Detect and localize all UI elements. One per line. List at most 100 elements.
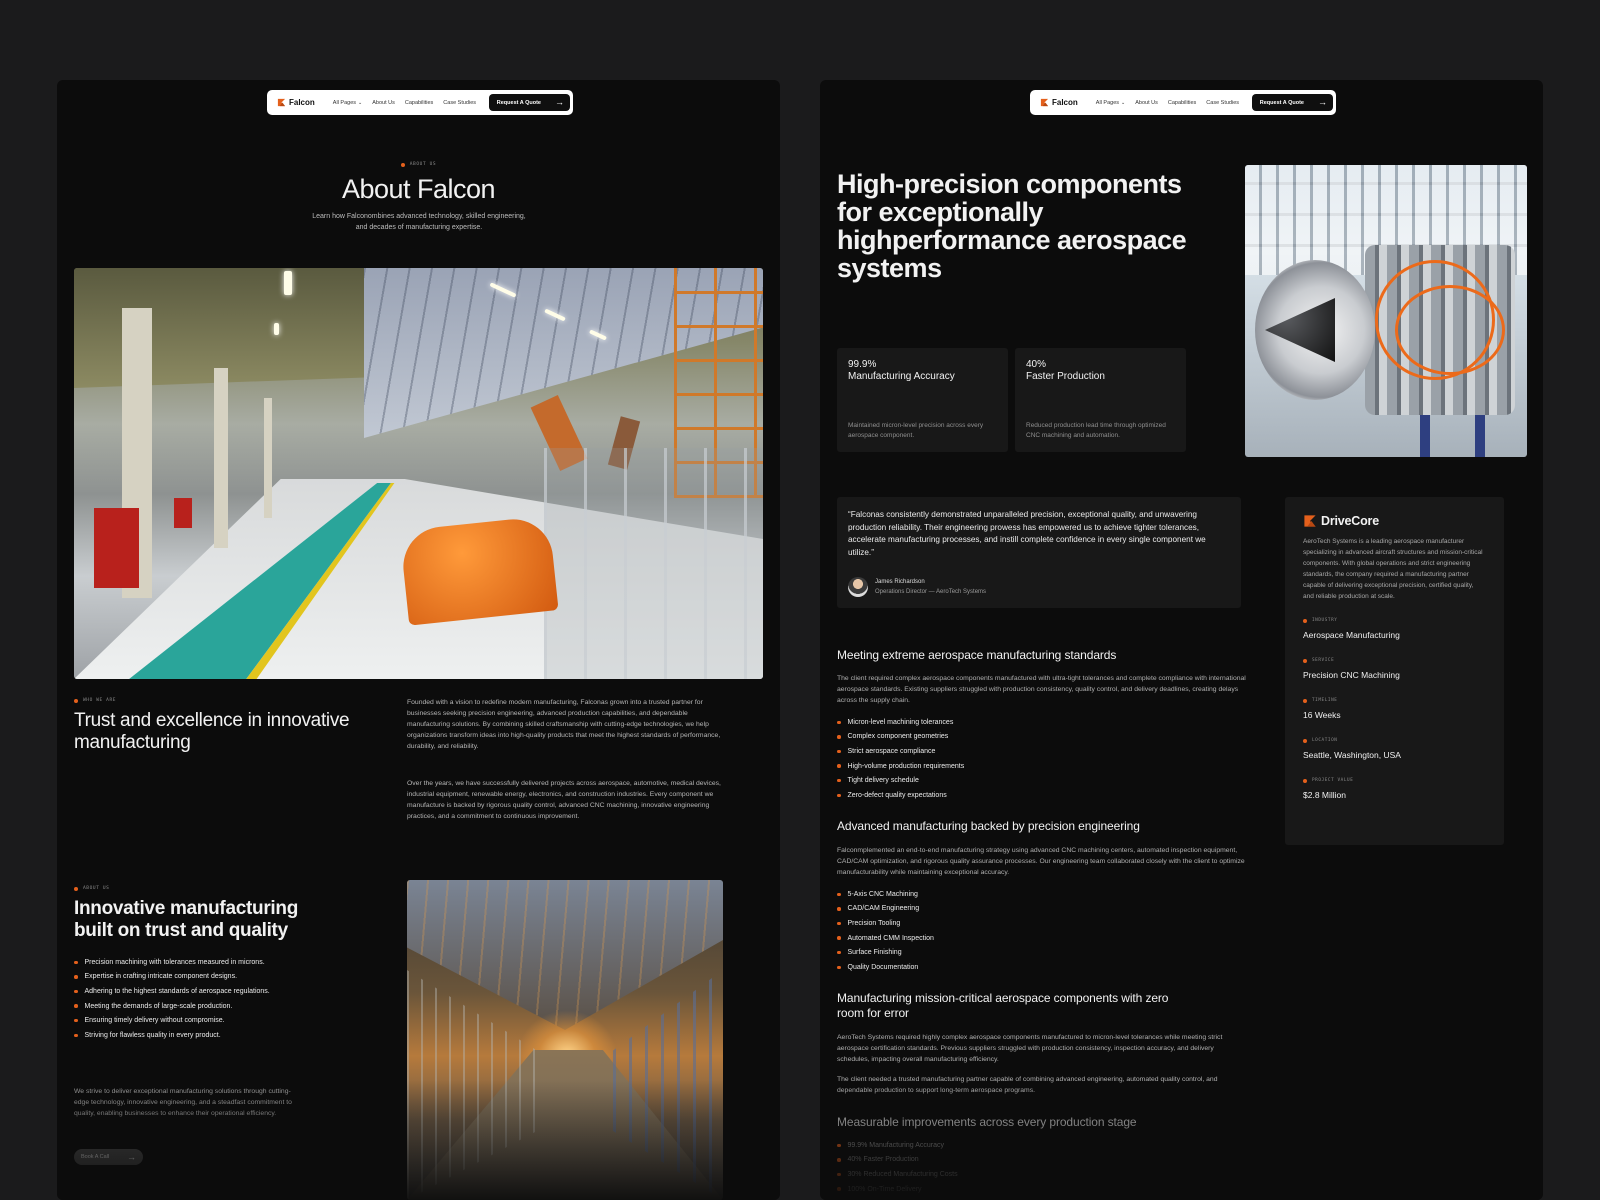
nav-about[interactable]: About Us bbox=[1135, 100, 1158, 106]
nav-all-pages[interactable]: All Pages ⌄ bbox=[1096, 100, 1125, 106]
bullet-dot-icon bbox=[837, 907, 841, 911]
bullet-dot-icon bbox=[837, 950, 841, 955]
mission-heading: Manufacturing mission-critical aerospace… bbox=[837, 991, 1169, 1020]
list-item-text: Precision Tooling bbox=[847, 919, 901, 927]
list-item-text: Quality Documentation bbox=[847, 963, 919, 971]
who-paragraph-1: Founded with a vision to redefine modern… bbox=[407, 699, 721, 750]
about-paragraph: We strive to deliver exceptional manufac… bbox=[74, 1088, 292, 1117]
meta-label-text: INDUSTRY bbox=[1312, 618, 1338, 623]
challenge-list: Micron-level machining tolerances Comple… bbox=[837, 715, 1137, 803]
bullet-dot-icon bbox=[74, 1018, 78, 1023]
solution-paragraph: Falconmplemented an end-to-end manufactu… bbox=[837, 847, 1245, 876]
brand-name: Falcon bbox=[289, 98, 315, 107]
list-item: Surface Finishing bbox=[837, 945, 1137, 960]
bullet-dot-icon bbox=[1303, 698, 1307, 703]
nav-bar: Falcon All Pages ⌄ About Us Capabilities … bbox=[267, 90, 573, 115]
brand-name: Falcon bbox=[1052, 98, 1078, 107]
list-item: CAD/CAM Engineering bbox=[837, 902, 1137, 917]
meta-project-value: PROJECT VALUE $2.8 Million bbox=[1303, 778, 1486, 800]
stat-label: Manufacturing Accuracy bbox=[848, 371, 955, 382]
meta-label: TIMELINE bbox=[1303, 698, 1486, 703]
nav-all-pages[interactable]: All Pages ⌄ bbox=[333, 100, 362, 106]
factory-floor-image bbox=[74, 268, 763, 679]
arrow-right-icon: → bbox=[127, 1151, 136, 1162]
solution-list: 5-Axis CNC Machining CAD/CAM Engineering… bbox=[837, 887, 1137, 975]
list-item: High-volume production requirements bbox=[837, 759, 1137, 774]
list-item-text: Zero-defect quality expectations bbox=[847, 791, 947, 799]
falcon-logo-icon bbox=[277, 98, 286, 107]
stat-value: 99.9% bbox=[848, 359, 877, 370]
list-item-text: Meeting the demands of large-scale produ… bbox=[84, 1002, 233, 1010]
about-eyebrow: ABOUT US bbox=[74, 886, 109, 891]
meta-label: LOCATION bbox=[1303, 738, 1486, 743]
strengths-list: Precision machining with tolerances meas… bbox=[74, 955, 354, 1043]
request-quote-label: Request A Quote bbox=[496, 99, 541, 106]
list-item-text: High-volume production requirements bbox=[847, 762, 965, 770]
bullet-dot-icon bbox=[837, 1172, 841, 1177]
page-subtitle: Learn how Falconombines advanced technol… bbox=[312, 213, 526, 231]
bullet-dot-icon bbox=[1303, 618, 1307, 623]
list-item-text: 100% On-Time Delivery bbox=[847, 1185, 922, 1193]
case-study-title: High-precision components for exceptiona… bbox=[837, 169, 1187, 283]
list-item-text: 30% Reduced Manufacturing Costs bbox=[847, 1170, 958, 1178]
bullet-dot-icon bbox=[74, 886, 78, 891]
client-description: AeroTech Systems is a leading aerospace … bbox=[1303, 538, 1483, 600]
bullet-dot-icon bbox=[74, 1033, 78, 1038]
book-call-button[interactable]: Book A Call → bbox=[74, 1149, 143, 1165]
avatar bbox=[848, 577, 868, 597]
bullet-dot-icon bbox=[74, 975, 78, 979]
book-call-label: Book A Call bbox=[81, 1154, 110, 1160]
brand-logo[interactable]: Falcon bbox=[1040, 98, 1078, 107]
stat-card: 99.9% Manufacturing Accuracy Maintained … bbox=[837, 348, 1008, 452]
list-item-text: Automated CMM Inspection bbox=[847, 934, 934, 942]
meta-value: Precision CNC Machining bbox=[1303, 670, 1400, 680]
testimonial-card: “Falconas consistently demonstrated unpa… bbox=[837, 497, 1241, 608]
stat-description: Reduced production lead time through opt… bbox=[1026, 422, 1166, 439]
list-item-text: Adhering to the highest standards of aer… bbox=[84, 987, 270, 995]
list-item-text: Surface Finishing bbox=[847, 949, 902, 957]
bullet-dot-icon bbox=[74, 1004, 78, 1008]
request-quote-button[interactable]: Request A Quote → bbox=[1251, 94, 1333, 111]
nav-case-studies[interactable]: Case Studies bbox=[443, 100, 476, 106]
meta-value: 16 Weeks bbox=[1303, 710, 1341, 720]
testimonial-author: James Richardson Operations Director — A… bbox=[848, 577, 986, 597]
nav-about[interactable]: About Us bbox=[372, 100, 395, 106]
nav-capabilities[interactable]: Capabilities bbox=[405, 100, 433, 106]
list-item: Quality Documentation bbox=[837, 960, 1137, 975]
request-quote-button[interactable]: Request A Quote → bbox=[488, 94, 570, 111]
list-item-text: 40% Faster Production bbox=[847, 1156, 919, 1164]
bullet-dot-icon bbox=[837, 965, 841, 970]
bullet-dot-icon bbox=[1303, 738, 1307, 743]
meta-timeline: TIMELINE 16 Weeks bbox=[1303, 698, 1486, 720]
meta-location: LOCATION Seattle, Washington, USA bbox=[1303, 738, 1486, 760]
nav-all-pages-label: All Pages bbox=[1095, 99, 1120, 106]
mission-paragraph-1: AeroTech Systems required highly complex… bbox=[837, 1034, 1223, 1063]
arrow-right-icon: → bbox=[555, 97, 564, 107]
brand-logo[interactable]: Falcon bbox=[277, 98, 315, 107]
author-role: Operations Director — AeroTech Systems bbox=[875, 589, 987, 595]
list-item: Striving for flawless quality in every p… bbox=[74, 1028, 354, 1043]
bullet-dot-icon bbox=[837, 764, 841, 768]
meta-value: Aerospace Manufacturing bbox=[1303, 630, 1400, 640]
stat-label: Faster Production bbox=[1026, 371, 1105, 382]
about-heading: Innovative manufacturing built on trust … bbox=[74, 898, 299, 941]
nav-case-studies[interactable]: Case Studies bbox=[1206, 100, 1239, 106]
challenge-paragraph: The client required complex aerospace co… bbox=[837, 675, 1246, 704]
meta-label-text: TIMELINE bbox=[1312, 698, 1338, 703]
bullet-dot-icon bbox=[400, 162, 405, 167]
list-item: Strict aerospace compliance bbox=[837, 744, 1137, 759]
chevron-down-icon: ⌄ bbox=[1121, 99, 1126, 106]
list-item: Adhering to the highest standards of aer… bbox=[74, 984, 354, 999]
bullet-dot-icon bbox=[837, 793, 841, 798]
list-item-text: 99.9% Manufacturing Accuracy bbox=[847, 1141, 945, 1149]
hero-eyebrow: ABOUT US bbox=[57, 162, 780, 167]
list-item: Zero-defect quality expectations bbox=[837, 788, 1137, 803]
list-item: 5-Axis CNC Machining bbox=[837, 887, 1137, 902]
meta-value: $2.8 Million bbox=[1303, 790, 1346, 800]
meta-label: PROJECT VALUE bbox=[1303, 778, 1486, 783]
list-item: 99.9% Manufacturing Accuracy bbox=[837, 1138, 1137, 1153]
meta-service: SERVICE Precision CNC Machining bbox=[1303, 658, 1486, 680]
list-item-text: Complex component geometries bbox=[847, 733, 949, 741]
meta-industry: INDUSTRY Aerospace Manufacturing bbox=[1303, 618, 1486, 640]
nav-capabilities[interactable]: Capabilities bbox=[1168, 100, 1196, 106]
